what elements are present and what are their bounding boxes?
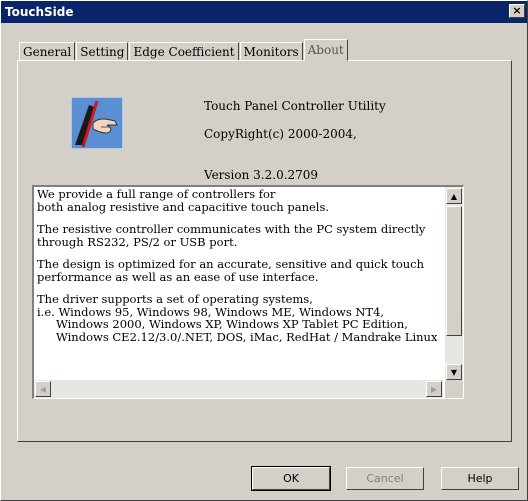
close-button[interactable]: × (509, 4, 525, 18)
tab-setting[interactable]: Setting (76, 42, 129, 61)
copyright-text: CopyRight(c) 2000-2004, (204, 127, 357, 141)
cancel-button[interactable]: Cancel (346, 467, 424, 490)
window-title: TouchSide (5, 5, 74, 19)
touch-hand-logo-icon (70, 96, 124, 150)
version-text: Version 3.2.0.2709 (204, 168, 319, 182)
horizontal-scrollbar[interactable]: ◀ ▶ (34, 380, 443, 398)
vertical-scrollbar[interactable]: ▲ ▼ (445, 187, 463, 381)
vertical-scroll-thumb[interactable] (446, 206, 462, 336)
description-text: We provide a full range of controllers f… (34, 187, 443, 381)
scroll-right-button[interactable]: ▶ (426, 381, 442, 397)
tab-edge-coefficient[interactable]: Edge Coefficient (129, 42, 239, 61)
desc-line: performance as well as an ease of use in… (37, 269, 319, 284)
desc-line: We provide a full range of controllers f… (37, 187, 276, 201)
arrow-left-icon: ◀ (39, 384, 47, 394)
scroll-down-button[interactable]: ▼ (446, 364, 462, 380)
description-textbox[interactable]: We provide a full range of controllers f… (32, 185, 464, 399)
tab-general[interactable]: General (19, 42, 76, 61)
title-bar[interactable]: TouchSide × (1, 1, 527, 23)
desc-line: both analog resistive and capacitive tou… (37, 199, 330, 214)
scrollbar-corner (445, 380, 463, 398)
arrow-up-icon: ▲ (450, 191, 458, 201)
dialog-window: TouchSide × General Setting Edge Coeffic… (0, 0, 528, 501)
tab-strip: General Setting Edge Coefficient Monitor… (19, 39, 349, 61)
desc-line: The resistive controller communicates wi… (37, 222, 426, 236)
about-panel: Touch Panel Controller Utility CopyRight… (17, 60, 512, 442)
arrow-down-icon: ▼ (450, 367, 458, 377)
ok-button[interactable]: OK (251, 466, 331, 491)
tab-monitors[interactable]: Monitors (239, 42, 303, 61)
desc-line: through RS232, PS/2 or USB port. (37, 234, 238, 249)
help-button[interactable]: Help (441, 467, 519, 490)
scroll-up-button[interactable]: ▲ (446, 188, 462, 204)
desc-line: Windows 2000, Windows XP, Windows XP Tab… (56, 317, 408, 331)
desc-line: The design is optimized for an accurate,… (37, 257, 425, 271)
desc-line: The driver supports a set of operating s… (37, 292, 313, 306)
tab-about[interactable]: About (303, 39, 348, 61)
arrow-right-icon: ▶ (430, 384, 438, 394)
product-name: Touch Panel Controller Utility (204, 99, 386, 113)
scroll-left-button[interactable]: ◀ (35, 381, 51, 397)
desc-line: Windows CE2.12/3.0/.NET, DOS, iMac, RedH… (56, 329, 438, 344)
